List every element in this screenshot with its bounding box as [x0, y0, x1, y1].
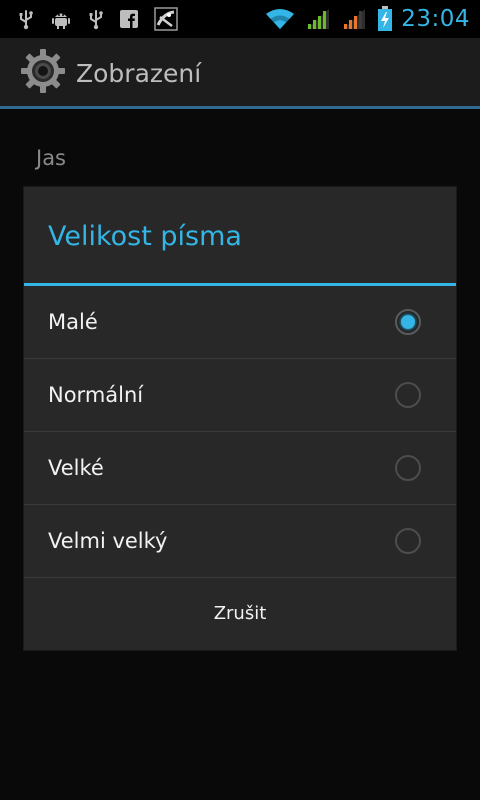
option-label: Normální: [48, 383, 144, 407]
option-very-large[interactable]: Velmi velký: [24, 505, 456, 578]
radio-button-checked[interactable]: [395, 309, 421, 335]
usb-icon: [18, 8, 34, 30]
option-normal[interactable]: Normální: [24, 359, 456, 432]
option-small[interactable]: Malé: [24, 286, 456, 359]
facebook-icon: [120, 10, 138, 28]
cancel-button[interactable]: Zrušit: [24, 578, 456, 648]
screen: 23:04 Zobrazení Jas Velikost písma Malé …: [0, 0, 480, 800]
action-bar-title: Zobrazení: [76, 58, 202, 88]
settings-gear-icon[interactable]: [20, 48, 66, 98]
radio-button[interactable]: [395, 528, 421, 554]
usb-icon: [88, 8, 104, 30]
option-label: Velké: [48, 456, 104, 480]
font-size-dialog: Velikost písma Malé Normální Velké Velmi…: [24, 187, 456, 650]
status-bar: 23:04: [0, 0, 480, 38]
wifi-icon: [265, 7, 295, 31]
radio-button[interactable]: [395, 455, 421, 481]
preference-label-brightness[interactable]: Jas: [36, 146, 66, 170]
signal-roaming-icon: [341, 7, 367, 31]
action-bar: Zobrazení: [0, 38, 480, 108]
clock: 23:04: [401, 6, 470, 32]
signal-icon: [305, 7, 331, 31]
battery-charging-icon: [377, 6, 393, 32]
radio-button[interactable]: [395, 382, 421, 408]
app-notification-icon: [154, 7, 178, 31]
dialog-title: Velikost písma: [48, 220, 242, 252]
option-label: Velmi velký: [48, 529, 168, 553]
android-debug-icon: [50, 8, 72, 30]
system-icons: 23:04: [255, 6, 470, 32]
notification-icons: [18, 7, 194, 31]
option-large[interactable]: Velké: [24, 432, 456, 505]
option-label: Malé: [48, 310, 98, 334]
